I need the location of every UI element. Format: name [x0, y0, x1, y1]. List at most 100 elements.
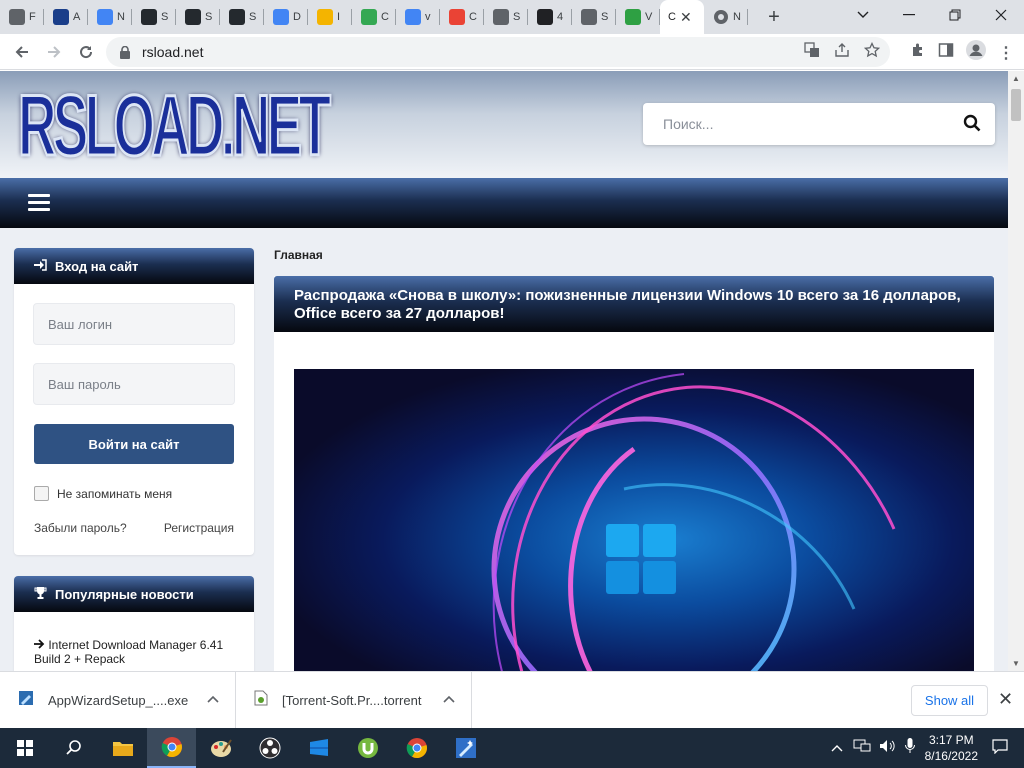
site-search-box[interactable]: Поиск...: [643, 103, 995, 145]
tray-chevron-up-icon[interactable]: [831, 739, 843, 757]
search-icon[interactable]: [49, 728, 98, 768]
tab[interactable]: C: [352, 0, 396, 34]
utorrent-icon[interactable]: [343, 728, 392, 768]
forgot-password-link[interactable]: Забыли пароль?: [34, 521, 127, 535]
chrome-taskbar-icon[interactable]: [147, 728, 196, 768]
site-logo[interactable]: RSLOAD.NET: [17, 80, 332, 173]
forward-arrow-icon[interactable]: [38, 36, 70, 68]
obs-icon[interactable]: [245, 728, 294, 768]
tab-last[interactable]: N: [704, 0, 748, 34]
tab[interactable]: V: [616, 0, 660, 34]
tab[interactable]: F: [0, 0, 44, 34]
new-tab-plus-icon[interactable]: +: [762, 6, 786, 29]
lock-icon[interactable]: [118, 45, 132, 59]
bold-b-icon: [537, 9, 553, 25]
google-icon: [97, 9, 113, 25]
address-bar[interactable]: rsload.net: [106, 37, 890, 67]
clock[interactable]: 3:17 PM 8/16/2022: [925, 732, 978, 764]
chevron-up-icon[interactable]: [207, 692, 219, 706]
breadcrumb[interactable]: Главная: [274, 248, 323, 262]
tab-title: I: [337, 11, 341, 23]
hamburger-menu-icon[interactable]: [28, 194, 50, 212]
tab-title: v: [425, 11, 431, 23]
tab-title: C: [469, 11, 477, 23]
password-field[interactable]: Ваш пароль: [33, 363, 235, 405]
paint-icon[interactable]: [196, 728, 245, 768]
download-filename[interactable]: AppWizardSetup_....exe: [48, 693, 188, 708]
tab[interactable]: S: [132, 0, 176, 34]
tab[interactable]: S: [484, 0, 528, 34]
profile-avatar-icon[interactable]: [966, 40, 986, 65]
tab[interactable]: I: [308, 0, 352, 34]
scroll-thumb[interactable]: [1011, 89, 1021, 121]
download-filename[interactable]: [Torrent-Soft.Pr....torrent: [282, 693, 421, 708]
register-link[interactable]: Регистрация: [164, 521, 234, 535]
chrome-alt-icon[interactable]: [392, 728, 441, 768]
start-windows-icon[interactable]: [0, 728, 49, 768]
login-field[interactable]: Ваш логин: [33, 303, 235, 345]
back-arrow-icon[interactable]: [6, 36, 38, 68]
translate-icon[interactable]: [804, 42, 820, 62]
chevron-up-icon[interactable]: [443, 692, 455, 706]
restore-icon[interactable]: [932, 0, 978, 30]
article-title[interactable]: Распродажа «Снова в школу»: пожизненные …: [274, 276, 994, 332]
menu-kebab-icon[interactable]: ⋮: [998, 43, 1014, 63]
scroll-up-arrow-icon[interactable]: ▲: [1012, 74, 1020, 83]
tab-active[interactable]: C ✕: [660, 0, 704, 34]
tab[interactable]: S: [220, 0, 264, 34]
login-submit-button[interactable]: Войти на сайт: [34, 424, 234, 464]
side-panel-icon[interactable]: [938, 42, 954, 63]
file-explorer-icon[interactable]: [98, 728, 147, 768]
tab-title: V: [645, 11, 653, 23]
scroll-down-arrow-icon[interactable]: ▼: [1012, 659, 1020, 668]
share-icon[interactable]: [834, 42, 850, 62]
github-icon: [141, 9, 157, 25]
bookmark-star-icon[interactable]: [863, 41, 881, 62]
tab-title: S: [161, 11, 169, 23]
minimize-icon[interactable]: [886, 0, 932, 30]
popular-news-header: Популярные новости: [14, 576, 254, 612]
page-scrollbar[interactable]: ▲ ▼: [1008, 71, 1024, 671]
search-icon[interactable]: [963, 114, 981, 137]
arrow-right-icon: [34, 638, 48, 652]
search-placeholder[interactable]: Поиск...: [663, 116, 713, 132]
window-close-icon[interactable]: [978, 0, 1024, 30]
download-item[interactable]: [Torrent-Soft.Pr....torrent: [236, 671, 472, 729]
extensions-puzzle-icon[interactable]: [910, 42, 926, 63]
show-all-downloads-button[interactable]: Show all: [911, 685, 988, 716]
tab[interactable]: v: [396, 0, 440, 34]
tab[interactable]: S: [572, 0, 616, 34]
remember-option[interactable]: Не запоминать меня: [34, 486, 254, 501]
tab-search-chevron-icon[interactable]: [840, 0, 886, 30]
tab[interactable]: A: [44, 0, 88, 34]
sign-in-icon: [34, 258, 47, 274]
notifications-icon[interactable]: [992, 738, 1008, 759]
popular-news-link[interactable]: Internet Download Manager 6.41 Build 2 +…: [34, 638, 223, 666]
tab[interactable]: C: [440, 0, 484, 34]
close-tab-icon[interactable]: ✕: [680, 9, 692, 26]
network-icon[interactable]: [853, 739, 871, 758]
remember-label: Не запоминать меня: [57, 486, 173, 501]
popular-news-item[interactable]: Internet Download Manager 6.41 Build 2 +…: [34, 638, 234, 666]
tab[interactable]: S: [176, 0, 220, 34]
remember-checkbox[interactable]: [34, 486, 49, 501]
globe-icon: [581, 9, 597, 25]
tab[interactable]: D: [264, 0, 308, 34]
tab-strip: F A N S S S D I Cv C S 4 S V C ✕ N +: [0, 0, 1024, 34]
volume-icon[interactable]: [879, 739, 897, 758]
close-downloads-icon[interactable]: ✕: [998, 689, 1013, 710]
installer-wizard-icon[interactable]: [441, 728, 490, 768]
reload-icon[interactable]: [70, 36, 102, 68]
windows-app-icon[interactable]: [294, 728, 343, 768]
windows-icon: [625, 9, 641, 25]
microphone-icon[interactable]: [904, 737, 915, 759]
windows-11-bloom-image: [294, 369, 974, 671]
tab[interactable]: 4: [528, 0, 572, 34]
tab-title: A: [73, 11, 81, 23]
tab[interactable]: N: [88, 0, 132, 34]
article-hero-image[interactable]: [294, 369, 974, 671]
popular-news-title: Популярные новости: [55, 586, 194, 602]
url-text[interactable]: rsload.net: [142, 44, 203, 60]
download-item[interactable]: AppWizardSetup_....exe: [0, 671, 236, 729]
popular-news-panel: Популярные новости Internet Download Man…: [14, 576, 254, 671]
